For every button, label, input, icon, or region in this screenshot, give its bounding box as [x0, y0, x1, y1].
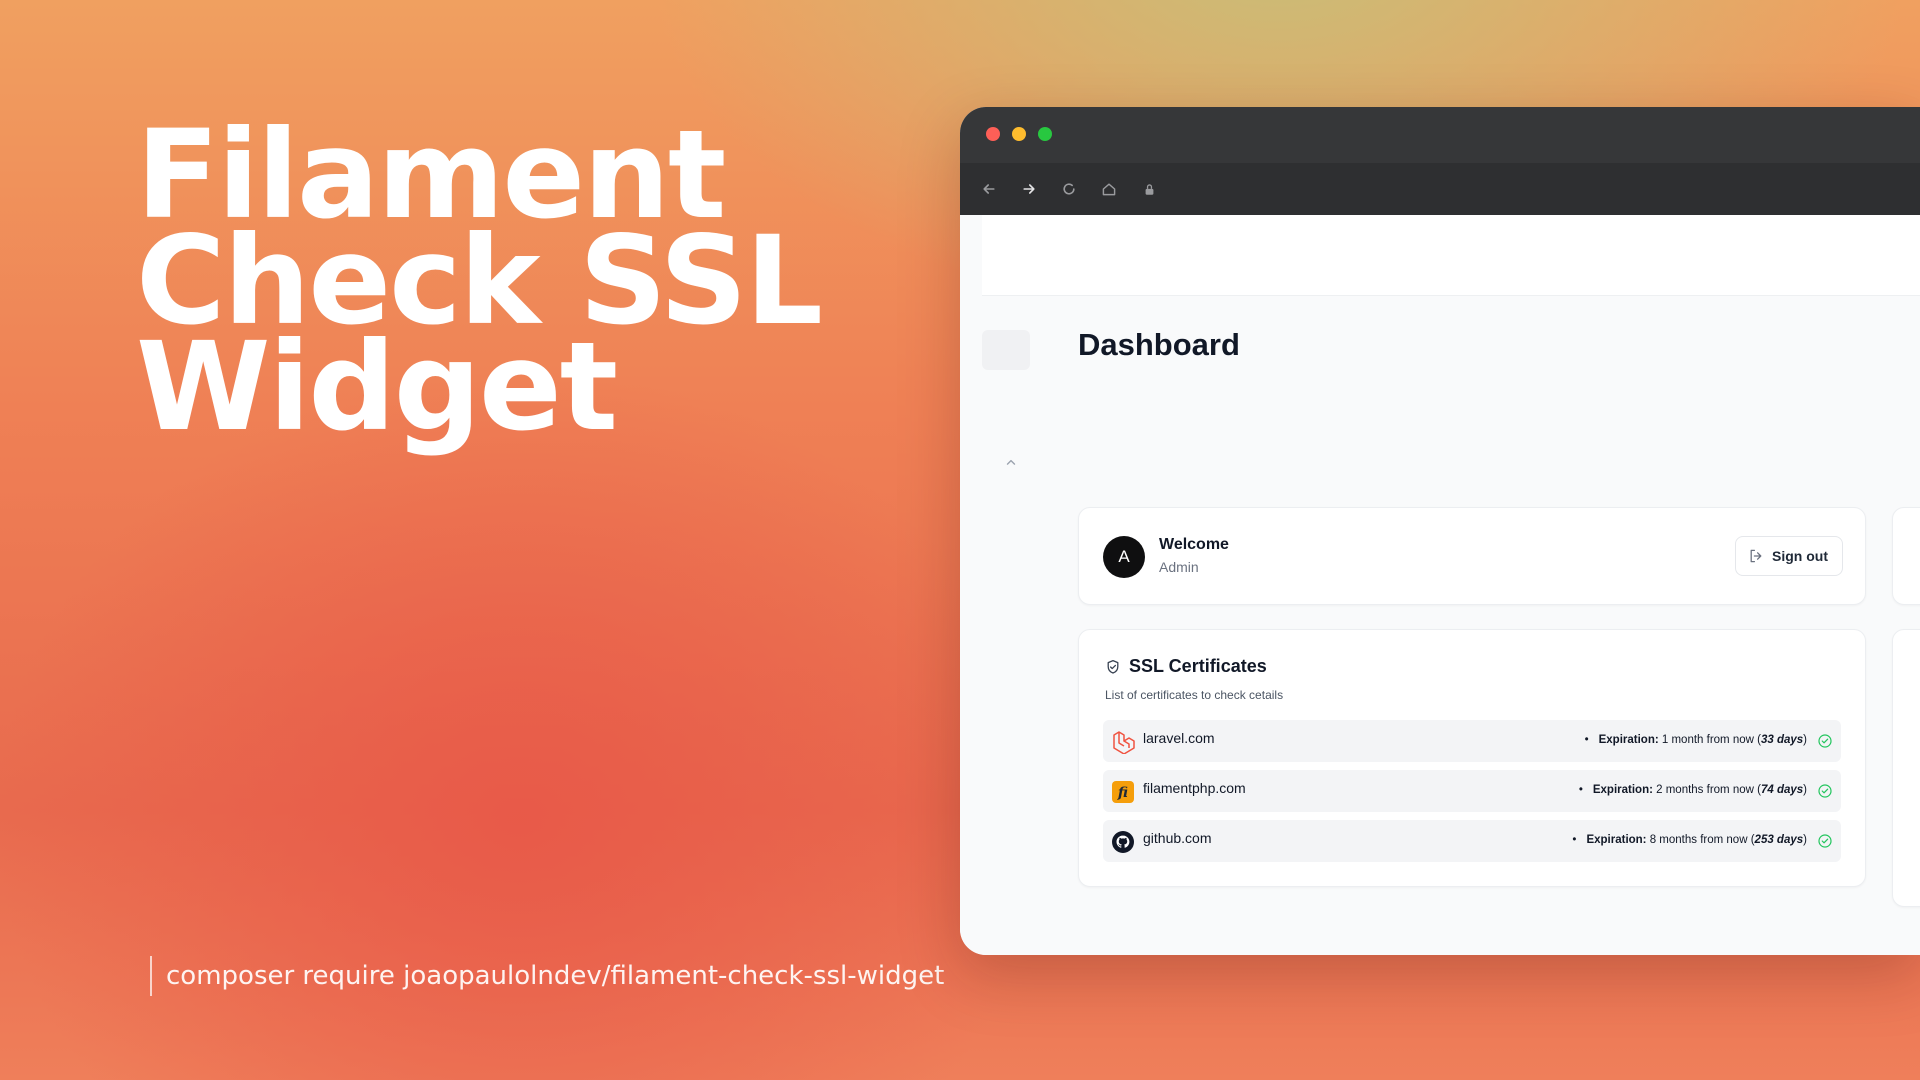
page-title: Dashboard — [1078, 327, 1240, 362]
laravel-logo-icon — [1111, 730, 1135, 754]
lock-icon — [1140, 180, 1158, 198]
avatar[interactable]: A — [1103, 536, 1145, 578]
sidebar-logo-placeholder[interactable] — [982, 330, 1030, 370]
expiration-label: Expiration: — [1598, 734, 1659, 746]
filament-logo-icon: fi — [1111, 780, 1135, 804]
expiration-relative: 2 months from now — [1656, 784, 1754, 796]
minimize-window-dot[interactable] — [1012, 127, 1026, 141]
expiration-days: 253 days — [1754, 834, 1804, 846]
certificate-expiration: • Expiration: 8 months from now (253 days… — [1572, 834, 1807, 846]
composer-command: composer require joaopaulolndev/filament… — [150, 956, 944, 996]
sign-out-label: Sign out — [1772, 548, 1828, 564]
sign-out-icon — [1750, 549, 1762, 563]
user-role: Admin — [1159, 559, 1199, 575]
ssl-widget-title: SSL Certificates — [1129, 656, 1267, 676]
side-widget-partial-1 — [1892, 507, 1920, 605]
dashboard-page: Dashboard A Welcome Admin Sign out SSL C… — [960, 215, 1920, 955]
account-widget: A Welcome Admin Sign out — [1078, 507, 1866, 605]
sign-out-button[interactable]: Sign out — [1735, 536, 1843, 576]
certificate-domain: github.com — [1143, 830, 1212, 846]
home-icon[interactable] — [1100, 180, 1118, 198]
certificate-row-filamentphp: fi filamentphp.com • Expiration: 2 months… — [1103, 770, 1841, 812]
app-topbar — [982, 215, 1920, 296]
expiration-label: Expiration: — [1586, 834, 1647, 846]
back-arrow-icon[interactable] — [980, 180, 998, 198]
welcome-heading: Welcome — [1159, 536, 1229, 553]
valid-check-icon — [1818, 784, 1832, 798]
close-window-dot[interactable] — [986, 127, 1000, 141]
browser-navbar — [960, 163, 1920, 215]
svg-text:fi: fi — [1117, 785, 1128, 801]
reload-icon[interactable] — [1060, 180, 1078, 198]
chevron-up-icon[interactable] — [1004, 455, 1018, 472]
expiration-label: Expiration: — [1592, 784, 1653, 796]
certificate-domain: laravel.com — [1143, 730, 1215, 746]
side-widget-partial-2 — [1892, 629, 1920, 907]
maximize-window-dot[interactable] — [1038, 127, 1052, 141]
expiration-days: 33 days — [1760, 734, 1804, 746]
certificate-expiration: • Expiration: 1 month from now (33 days) — [1584, 734, 1807, 746]
expiration-relative: 1 month from now — [1661, 734, 1754, 746]
certificate-expiration: • Expiration: 2 months from now (74 days) — [1578, 784, 1807, 796]
expiration-relative: 8 months from now — [1649, 834, 1748, 846]
shield-check-icon — [1107, 659, 1119, 674]
ssl-widget-subtitle: List of certificates to check cetails — [1105, 688, 1284, 702]
browser-window: Dashboard A Welcome Admin Sign out SSL C… — [960, 107, 1920, 955]
valid-check-icon — [1818, 834, 1832, 848]
browser-titlebar — [960, 107, 1920, 163]
certificate-list: laravel.com • Expiration: 1 month from no… — [1103, 720, 1841, 870]
forward-arrow-icon[interactable] — [1020, 180, 1038, 198]
hero-title: Filament Check SSL Widget — [136, 114, 823, 448]
expiration-days: 74 days — [1760, 784, 1804, 796]
certificate-domain: filamentphp.com — [1143, 780, 1246, 796]
valid-check-icon — [1818, 734, 1832, 748]
github-logo-icon — [1111, 830, 1135, 854]
ssl-widget-heading: SSL Certificates — [1105, 656, 1267, 677]
ssl-certificates-widget: SSL Certificates List of certificates to… — [1078, 629, 1866, 887]
certificate-row-github: github.com • Expiration: 8 months from no… — [1103, 820, 1841, 862]
certificate-row-laravel: laravel.com • Expiration: 1 month from no… — [1103, 720, 1841, 762]
